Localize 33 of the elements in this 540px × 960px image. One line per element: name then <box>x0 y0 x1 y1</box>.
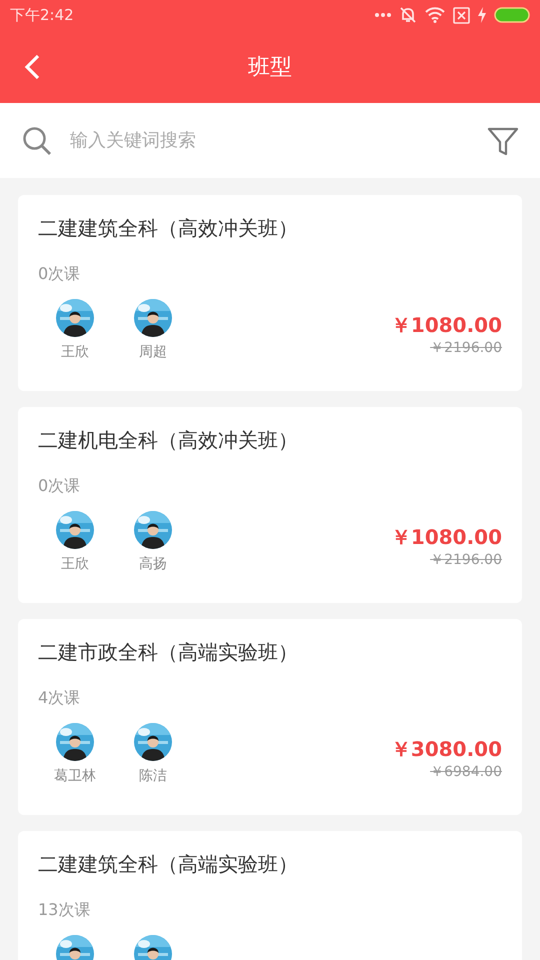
teacher-name: 王欣 <box>61 555 89 573</box>
teacher-name: 周超 <box>139 343 167 361</box>
course-title: 二建市政全科（高端实验班） <box>38 639 298 666</box>
course-price: ￥1080.00 <box>390 312 502 339</box>
original-price: ￥6984.00 <box>430 763 502 781</box>
lesson-count: 4次课 <box>38 688 80 709</box>
sim-x-icon <box>453 6 470 24</box>
original-price: ￥2196.00 <box>430 339 502 357</box>
course-title: 二建建筑全科（高效冲关班） <box>38 215 298 242</box>
bell-off-icon <box>399 6 417 24</box>
lesson-count: 13次课 <box>38 900 90 921</box>
teacher-name: 葛卫林 <box>54 767 96 785</box>
battery-icon <box>494 7 530 23</box>
wifi-icon <box>425 7 445 23</box>
status-time: 下午2:42 <box>10 6 74 24</box>
lesson-count: 0次课 <box>38 264 80 285</box>
course-title: 二建机电全科（高效冲关班） <box>38 427 298 454</box>
lesson-count: 0次课 <box>38 476 80 497</box>
course-card[interactable]: 二建建筑全科（高效冲关班） 0次课 王欣 周超 ￥1080.00 ￥2196.00 <box>18 195 522 391</box>
charging-icon <box>478 7 486 23</box>
teacher-name: 高扬 <box>139 555 167 573</box>
course-card[interactable]: 二建市政全科（高端实验班） 4次课 葛卫林 陈洁 ￥3080.00 ￥6984.00 <box>18 619 522 815</box>
original-price: ￥2196.00 <box>430 551 502 569</box>
more-icon <box>375 13 391 17</box>
search-icon <box>22 126 52 156</box>
teacher-name: 王欣 <box>61 343 89 361</box>
course-price: ￥1080.00 <box>390 524 502 551</box>
course-card[interactable]: 二建建筑全科（高端实验班） 13次课 <box>18 831 522 960</box>
page-title: 班型 <box>248 54 292 82</box>
course-card[interactable]: 二建机电全科（高效冲关班） 0次课 王欣 高扬 ￥1080.00 ￥2196.00 <box>18 407 522 603</box>
course-price: ￥3080.00 <box>390 736 502 763</box>
teacher-name: 陈洁 <box>139 767 167 785</box>
course-title: 二建建筑全科（高端实验班） <box>38 851 298 878</box>
